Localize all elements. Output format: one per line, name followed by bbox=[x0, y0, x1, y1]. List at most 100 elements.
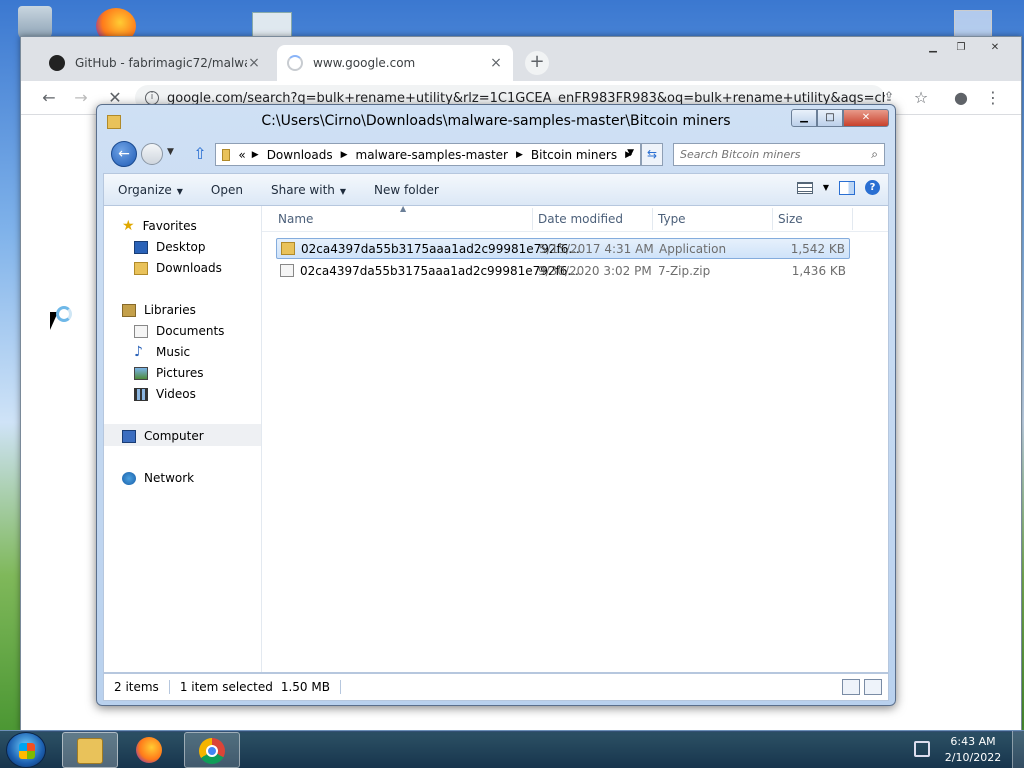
refresh-icon[interactable]: ⇆ bbox=[641, 143, 663, 166]
up-arrow-icon[interactable]: ⇧ bbox=[189, 143, 211, 165]
explorer-close-button[interactable]: ✕ bbox=[843, 109, 889, 127]
explorer-titlebar[interactable]: C:\Users\Cirno\Downloads\malware-samples… bbox=[97, 105, 895, 139]
sidebar-item-label: Computer bbox=[144, 429, 204, 443]
open-button[interactable]: Open bbox=[197, 183, 257, 197]
chrome-icon bbox=[199, 738, 225, 764]
tab-github-close-icon[interactable]: × bbox=[247, 55, 261, 71]
file-name: 02ca4397da55b3175aaa1ad2c99981e792f6... bbox=[301, 241, 580, 256]
recent-pages-chevron-down-icon[interactable]: ▼ bbox=[167, 147, 174, 157]
sidebar-item-music[interactable]: ♪ Music bbox=[134, 342, 190, 362]
column-header-type[interactable]: Type bbox=[658, 212, 686, 226]
tab-google-close-icon[interactable]: × bbox=[489, 55, 503, 71]
back-arrow-icon[interactable]: ← bbox=[39, 88, 59, 108]
sidebar-item-label: Favorites bbox=[142, 219, 197, 233]
breadcrumb-downloads[interactable]: Downloads bbox=[267, 148, 333, 162]
network-tray-icon[interactable] bbox=[914, 741, 930, 757]
breadcrumb-overflow[interactable]: « bbox=[238, 148, 245, 162]
new-folder-button[interactable]: New folder bbox=[360, 183, 453, 197]
system-clock[interactable]: 6:43 AM 2/10/2022 bbox=[940, 734, 1006, 766]
sidebar-item-computer[interactable]: Computer bbox=[122, 426, 204, 446]
sidebar-item-libraries[interactable]: Libraries bbox=[122, 300, 196, 320]
bookmark-star-icon[interactable]: ☆ bbox=[911, 88, 931, 108]
start-button[interactable] bbox=[6, 732, 46, 768]
tab-google-title: www.google.com bbox=[313, 56, 416, 70]
preview-pane-icon[interactable] bbox=[839, 180, 855, 195]
explorer-body: ★ Favorites Desktop Downloads Libraries … bbox=[103, 204, 889, 673]
column-divider[interactable] bbox=[532, 208, 533, 230]
breadcrumb-bitcoin-miners[interactable]: Bitcoin miners bbox=[531, 148, 617, 162]
taskbar-firefox[interactable] bbox=[122, 732, 178, 768]
sidebar-item-label: Libraries bbox=[144, 303, 196, 317]
file-date: 5/15/2017 4:31 AM bbox=[539, 241, 654, 256]
navigation-pane: ★ Favorites Desktop Downloads Libraries … bbox=[104, 206, 262, 672]
pictures-icon bbox=[134, 366, 148, 380]
tab-github[interactable]: GitHub - fabrimagic72/malware- × bbox=[39, 45, 271, 81]
chrome-restore-icon[interactable]: ❐ bbox=[949, 41, 973, 57]
sidebar-item-label: Desktop bbox=[156, 240, 206, 254]
file-type: Application bbox=[659, 241, 727, 256]
chrome-close-icon[interactable]: ✕ bbox=[983, 41, 1007, 57]
sidebar-item-downloads[interactable]: Downloads bbox=[134, 258, 222, 278]
taskbar-chrome[interactable] bbox=[184, 732, 240, 768]
breadcrumb-malware-samples-master[interactable]: malware-samples-master bbox=[356, 148, 508, 162]
recycle-bin-icon[interactable] bbox=[18, 6, 52, 40]
search-input[interactable] bbox=[680, 148, 872, 161]
new-tab-button[interactable]: + bbox=[525, 51, 549, 75]
organize-button[interactable]: Organize ▼ bbox=[104, 183, 197, 197]
status-view-buttons bbox=[842, 679, 882, 695]
breadcrumb-sep-icon[interactable]: ▶ bbox=[516, 150, 523, 160]
change-view-icon[interactable] bbox=[796, 181, 813, 194]
taskbar-explorer[interactable] bbox=[62, 732, 118, 768]
clock-time: 6:43 AM bbox=[950, 735, 996, 748]
address-dropdown-icon[interactable]: ▼ bbox=[627, 148, 634, 158]
view-chevron-down-icon[interactable]: ▼ bbox=[823, 183, 829, 192]
breadcrumb-sep-icon[interactable]: ▶ bbox=[252, 150, 259, 160]
share-with-button[interactable]: Share with ▼ bbox=[257, 183, 360, 197]
forward-arrow-icon[interactable]: → bbox=[71, 88, 91, 108]
sidebar-item-desktop[interactable]: Desktop bbox=[134, 237, 206, 257]
column-header-size[interactable]: Size bbox=[778, 212, 803, 226]
clock-date: 2/10/2022 bbox=[944, 751, 1002, 764]
explorer-minimize-button[interactable]: ▁ bbox=[791, 109, 817, 127]
table-row[interactable]: 02ca4397da55b3175aaa1ad2c99981e792f6... … bbox=[276, 260, 850, 281]
breadcrumb[interactable]: « ▶ Downloads ▶ malware-samples-master ▶… bbox=[215, 143, 641, 166]
chrome-menu-icon[interactable]: ⋮ bbox=[983, 88, 1003, 108]
taskbar: 6:43 AM 2/10/2022 bbox=[0, 730, 1024, 768]
explorer-maximize-button[interactable]: □ bbox=[817, 109, 843, 127]
sidebar-item-favorites[interactable]: ★ Favorites bbox=[122, 216, 197, 236]
profile-avatar-icon[interactable]: ● bbox=[951, 88, 971, 108]
sidebar-item-network[interactable]: Network bbox=[122, 468, 194, 488]
site-info-icon[interactable]: i bbox=[145, 91, 159, 105]
large-icons-view-icon[interactable] bbox=[864, 679, 882, 695]
column-divider[interactable] bbox=[852, 208, 853, 230]
table-row[interactable]: 02ca4397da55b3175aaa1ad2c99981e792f6... … bbox=[276, 238, 850, 259]
breadcrumb-sep-icon[interactable]: ▶ bbox=[341, 150, 348, 160]
search-icon[interactable]: ⌕ bbox=[871, 147, 878, 162]
details-view-icon[interactable] bbox=[842, 679, 860, 695]
search-box[interactable]: ⌕ bbox=[673, 143, 885, 166]
help-icon[interactable]: ? bbox=[865, 180, 880, 195]
sidebar-item-label: Videos bbox=[156, 387, 196, 401]
file-name: 02ca4397da55b3175aaa1ad2c99981e792f6... bbox=[300, 263, 579, 278]
back-button[interactable]: ← bbox=[111, 141, 137, 167]
sidebar-item-documents[interactable]: Documents bbox=[134, 321, 224, 341]
chevron-down-icon: ▼ bbox=[176, 186, 183, 196]
sidebar-item-pictures[interactable]: Pictures bbox=[134, 363, 204, 383]
column-divider[interactable] bbox=[652, 208, 653, 230]
show-desktop-button[interactable] bbox=[1012, 731, 1024, 768]
sidebar-item-label: Music bbox=[156, 345, 191, 359]
breadcrumb-folder-icon bbox=[222, 148, 231, 161]
sidebar-item-label: Downloads bbox=[156, 261, 222, 275]
tab-google[interactable]: www.google.com × bbox=[277, 45, 513, 81]
column-divider[interactable] bbox=[772, 208, 773, 230]
sidebar-item-videos[interactable]: Videos bbox=[134, 384, 196, 404]
organize-label: Organize bbox=[118, 182, 172, 197]
chrome-minimize-icon[interactable]: ▁ bbox=[921, 41, 945, 57]
sidebar-item-label: Documents bbox=[156, 324, 225, 338]
column-header-date-modified[interactable]: Date modified bbox=[538, 212, 623, 226]
sidebar-item-label: Pictures bbox=[156, 366, 204, 380]
github-icon bbox=[49, 55, 65, 71]
forward-button[interactable] bbox=[141, 143, 163, 165]
column-header-name[interactable]: Name bbox=[278, 212, 313, 226]
command-bar-right: ▼ ? bbox=[796, 180, 880, 195]
